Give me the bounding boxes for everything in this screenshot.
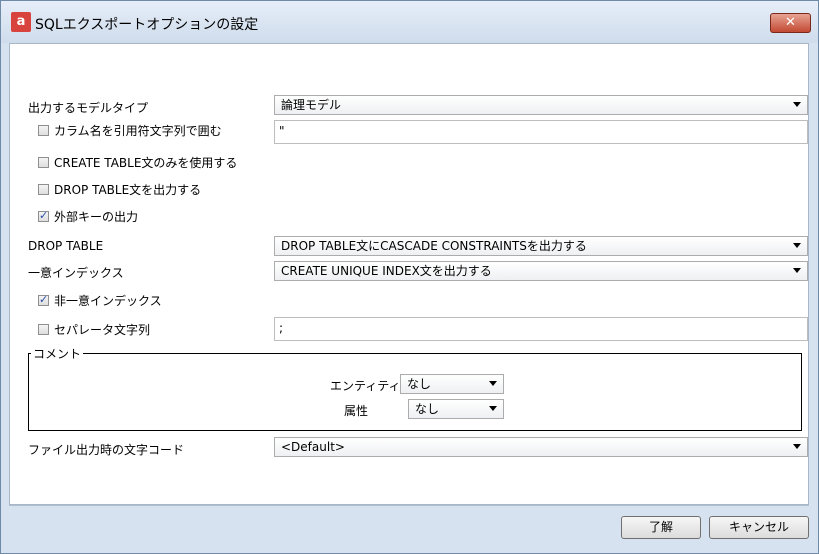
foreign-keys-row[interactable]: 外部キーの出力 <box>38 208 138 225</box>
ok-button[interactable]: 了解 <box>621 516 701 539</box>
drop-table-label: DROP TABLE <box>28 239 104 253</box>
quote-columns-label: カラム名を引用符文字列で囲む <box>54 124 222 138</box>
model-type-label: 出力するモデルタイプ <box>28 101 149 115</box>
create-table-only-checkbox[interactable] <box>38 157 49 168</box>
drop-table-output-label: DROP TABLE文を出力する <box>54 183 202 197</box>
attribute-select[interactable]: なし <box>408 399 504 419</box>
footer-divider <box>9 505 809 506</box>
cancel-button[interactable]: キャンセル <box>709 516 809 539</box>
non-unique-index-checkbox[interactable] <box>38 293 49 306</box>
dialog-content: 出力するモデルタイプ 論理モデル カラム名を引用符文字列で囲む " CREATE… <box>9 43 809 505</box>
dialog-window: a SQLエクスポートオプションの設定 ✕ 出力するモデルタイプ 論理モデル カ… <box>0 0 819 554</box>
entity-select[interactable]: なし <box>400 374 504 394</box>
quote-columns-checkbox[interactable] <box>38 125 49 136</box>
unique-index-value: CREATE UNIQUE INDEX文を出力する <box>281 264 492 278</box>
entity-value: なし <box>407 377 432 391</box>
chevron-down-icon <box>793 243 801 248</box>
model-type-select[interactable]: 論理モデル <box>274 95 808 115</box>
separator-row[interactable]: セパレータ文字列 <box>38 321 150 338</box>
foreign-keys-checkbox[interactable] <box>38 209 49 222</box>
encoding-select[interactable]: <Default> <box>274 437 808 457</box>
non-unique-index-label: 非一意インデックス <box>54 294 162 308</box>
unique-index-label: 一意インデックス <box>28 266 124 280</box>
chevron-down-icon <box>489 406 497 411</box>
separator-checkbox[interactable] <box>38 324 49 335</box>
window-title: SQLエクスポートオプションの設定 <box>35 17 259 33</box>
chevron-down-icon <box>793 268 801 273</box>
encoding-label: ファイル出力時の文字コード <box>28 443 185 457</box>
attribute-label: 属性 <box>344 404 369 418</box>
drop-table-output-checkbox[interactable] <box>38 184 49 195</box>
drop-table-output-row[interactable]: DROP TABLE文を出力する <box>38 181 201 198</box>
create-table-only-row[interactable]: CREATE TABLE文のみを使用する <box>38 154 237 171</box>
create-table-only-label: CREATE TABLE文のみを使用する <box>54 156 238 170</box>
app-icon: a <box>11 12 31 32</box>
quote-char-input[interactable]: " <box>274 120 808 144</box>
separator-input[interactable]: ; <box>274 317 808 341</box>
attribute-value: なし <box>415 402 440 416</box>
comment-legend: コメント <box>33 347 82 361</box>
quote-columns-checkbox-row[interactable]: カラム名を引用符文字列で囲む <box>38 122 222 139</box>
drop-table-value: DROP TABLE文にCASCADE CONSTRAINTSを出力する <box>281 239 587 253</box>
unique-index-select[interactable]: CREATE UNIQUE INDEX文を出力する <box>274 261 808 281</box>
entity-label: エンティティ <box>330 379 401 393</box>
close-button[interactable]: ✕ <box>770 13 811 33</box>
chevron-down-icon <box>793 102 801 107</box>
title-bar[interactable]: a SQLエクスポートオプションの設定 ✕ <box>1 1 818 43</box>
model-type-value: 論理モデル <box>281 98 342 112</box>
foreign-keys-label: 外部キーの出力 <box>54 210 139 224</box>
separator-label: セパレータ文字列 <box>54 323 151 337</box>
chevron-down-icon <box>793 444 801 449</box>
drop-table-select[interactable]: DROP TABLE文にCASCADE CONSTRAINTSを出力する <box>274 236 808 256</box>
non-unique-index-row[interactable]: 非一意インデックス <box>38 292 162 309</box>
encoding-value: <Default> <box>281 440 345 454</box>
chevron-down-icon <box>489 381 497 386</box>
